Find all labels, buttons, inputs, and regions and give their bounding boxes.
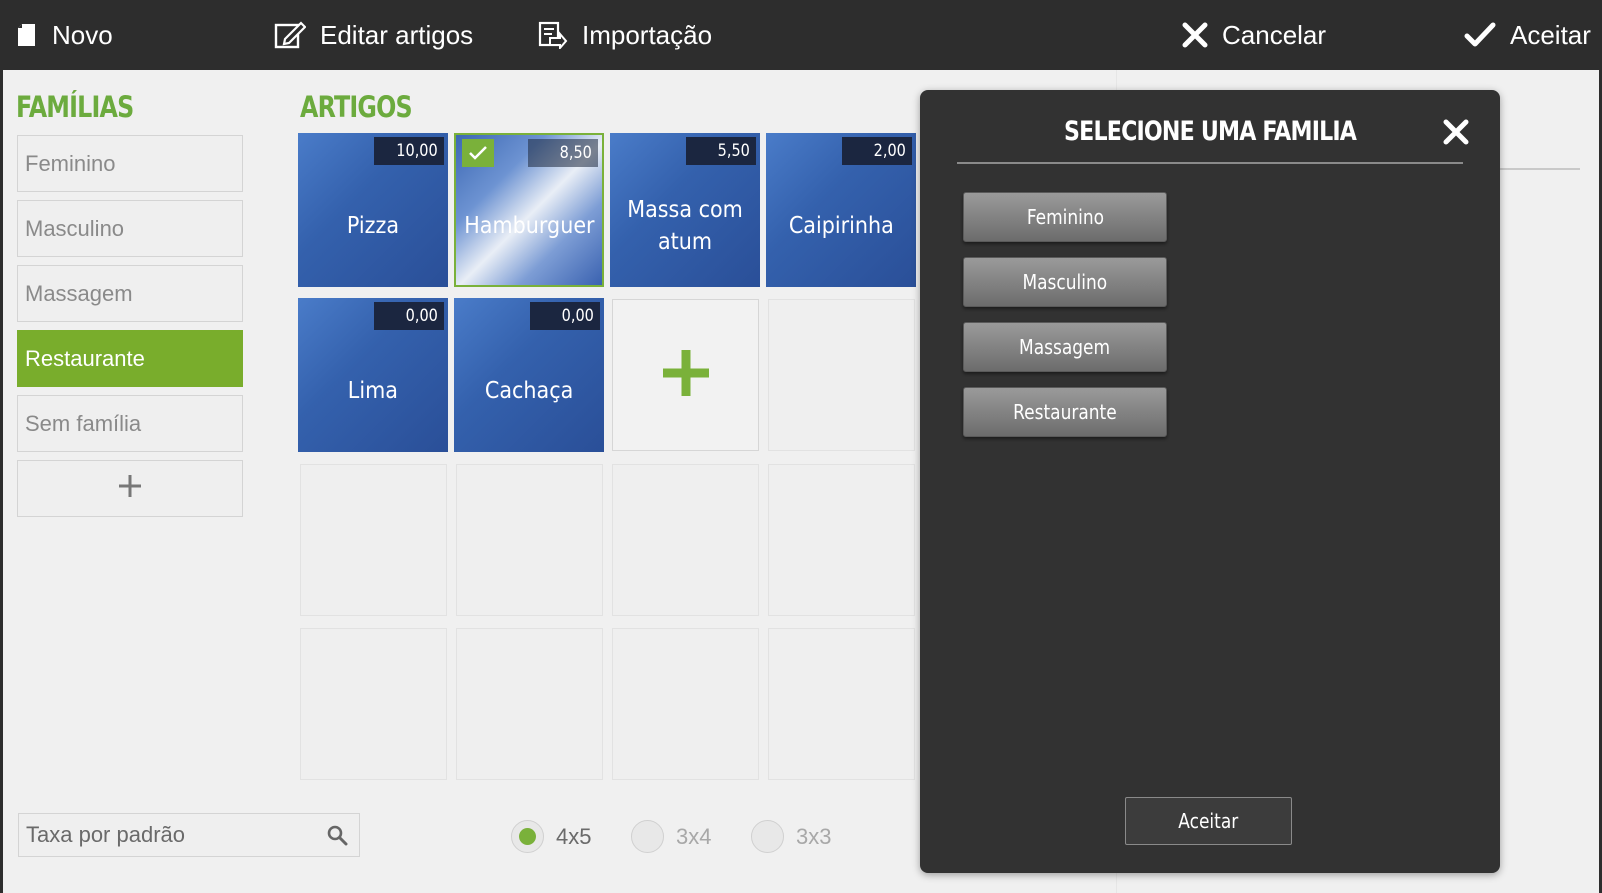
import-icon — [538, 21, 568, 49]
empty-slot[interactable] — [768, 464, 915, 616]
article-tile-massa-com-atum[interactable]: 5,50 Massa com atum — [610, 133, 760, 287]
family-item-label: Masculino — [25, 215, 125, 241]
price-badge: 2,00 — [842, 137, 912, 165]
empty-slot[interactable] — [768, 299, 915, 451]
article-name: Lima — [347, 378, 399, 404]
empty-slot[interactable] — [300, 464, 447, 616]
family-item-masculino[interactable]: Masculino — [17, 200, 243, 257]
article-tile-cachaca[interactable]: 0,00 Cachaça — [454, 298, 604, 452]
plus-icon — [661, 348, 711, 403]
family-option-massagem[interactable]: Massagem — [963, 322, 1167, 372]
import-label: Importação — [582, 19, 713, 50]
family-option-feminino[interactable]: Feminino — [963, 192, 1167, 242]
empty-slot[interactable] — [612, 628, 759, 780]
price-badge: 10,00 — [374, 137, 444, 165]
family-item-massagem[interactable]: Massagem — [17, 265, 243, 322]
cancel-button[interactable]: Cancelar — [1182, 0, 1326, 70]
dialog-accept-button[interactable]: Aceitar — [1125, 797, 1292, 845]
search-icon[interactable] — [315, 824, 359, 846]
radio-circle — [511, 820, 544, 853]
plus-icon — [118, 474, 142, 503]
family-item-sem-familia[interactable]: Sem família — [17, 395, 243, 452]
radio-label: 4x5 — [556, 823, 592, 849]
radio-circle — [631, 820, 664, 853]
family-item-feminino[interactable]: Feminino — [17, 135, 243, 192]
radio-circle — [751, 820, 784, 853]
article-tile-hamburguer[interactable]: 8,50 Hamburguer — [454, 133, 604, 287]
new-button[interactable]: Novo — [16, 0, 113, 70]
close-icon — [1182, 22, 1208, 48]
radio-label: 3x4 — [676, 823, 712, 849]
price-badge: 0,00 — [374, 302, 444, 330]
empty-slot[interactable] — [768, 628, 915, 780]
grid-size-3x4-radio[interactable]: 3x4 — [631, 820, 711, 853]
article-tile-caipirinha[interactable]: 2,00 Caipirinha — [766, 133, 916, 287]
price-badge: 5,50 — [686, 137, 756, 165]
articles-title: ARTIGOS — [300, 90, 413, 124]
check-icon — [1464, 22, 1496, 48]
family-item-label: Feminino — [25, 150, 116, 176]
radio-label: 3x3 — [796, 823, 832, 849]
empty-slot[interactable] — [456, 628, 603, 780]
family-option-restaurante[interactable]: Restaurante — [963, 387, 1167, 437]
article-name: Hamburguer — [463, 213, 595, 239]
price-badge: 8,50 — [528, 139, 598, 167]
family-item-restaurante[interactable]: Restaurante — [17, 330, 243, 387]
import-button[interactable]: Importação — [538, 0, 712, 70]
edit-icon — [274, 20, 306, 50]
edit-articles-button[interactable]: Editar artigos — [274, 0, 473, 70]
cancel-label: Cancelar — [1222, 19, 1327, 50]
dialog-divider — [957, 162, 1463, 164]
family-option-masculino[interactable]: Masculino — [963, 257, 1167, 307]
check-icon — [462, 139, 494, 167]
family-item-label: Massagem — [25, 280, 133, 306]
add-article-button[interactable] — [612, 299, 759, 451]
families-title: FAMÍLIAS — [16, 90, 134, 124]
empty-slot[interactable] — [612, 464, 759, 616]
accept-label: Aceitar — [1510, 19, 1591, 50]
article-tile-pizza[interactable]: 10,00 Pizza — [298, 133, 448, 287]
accept-button[interactable]: Aceitar — [1464, 0, 1591, 70]
empty-slot[interactable] — [456, 464, 603, 616]
tax-search-field[interactable]: Taxa por padrão — [18, 813, 360, 857]
select-family-dialog: SELECIONE UMA FAMILIA Feminino Masculino… — [920, 90, 1500, 873]
article-name: Cachaça — [484, 378, 574, 404]
panel-separator — [1490, 168, 1580, 170]
empty-slot[interactable] — [300, 628, 447, 780]
grid-size-3x3-radio[interactable]: 3x3 — [751, 820, 831, 853]
article-name: Massa com atum — [627, 197, 743, 255]
grid-size-4x5-radio[interactable]: 4x5 — [511, 820, 591, 853]
dialog-title: SELECIONE UMA FAMILIA — [1063, 116, 1357, 147]
family-item-label: Sem família — [25, 410, 142, 436]
edit-articles-label: Editar artigos — [320, 19, 474, 50]
article-name: Pizza — [346, 213, 400, 239]
toolbar: Novo Editar artigos Importação Cancelar … — [0, 0, 1602, 70]
document-icon — [16, 23, 38, 47]
family-item-label: Restaurante — [25, 345, 145, 371]
article-tile-lima[interactable]: 0,00 Lima — [298, 298, 448, 452]
close-icon[interactable] — [1442, 118, 1470, 151]
left-edge — [0, 70, 3, 893]
new-label: Novo — [52, 19, 113, 50]
search-value: Taxa por padrão — [26, 822, 185, 847]
add-family-button[interactable] — [17, 460, 243, 517]
price-badge: 0,00 — [530, 302, 600, 330]
article-name: Caipirinha — [788, 213, 894, 239]
